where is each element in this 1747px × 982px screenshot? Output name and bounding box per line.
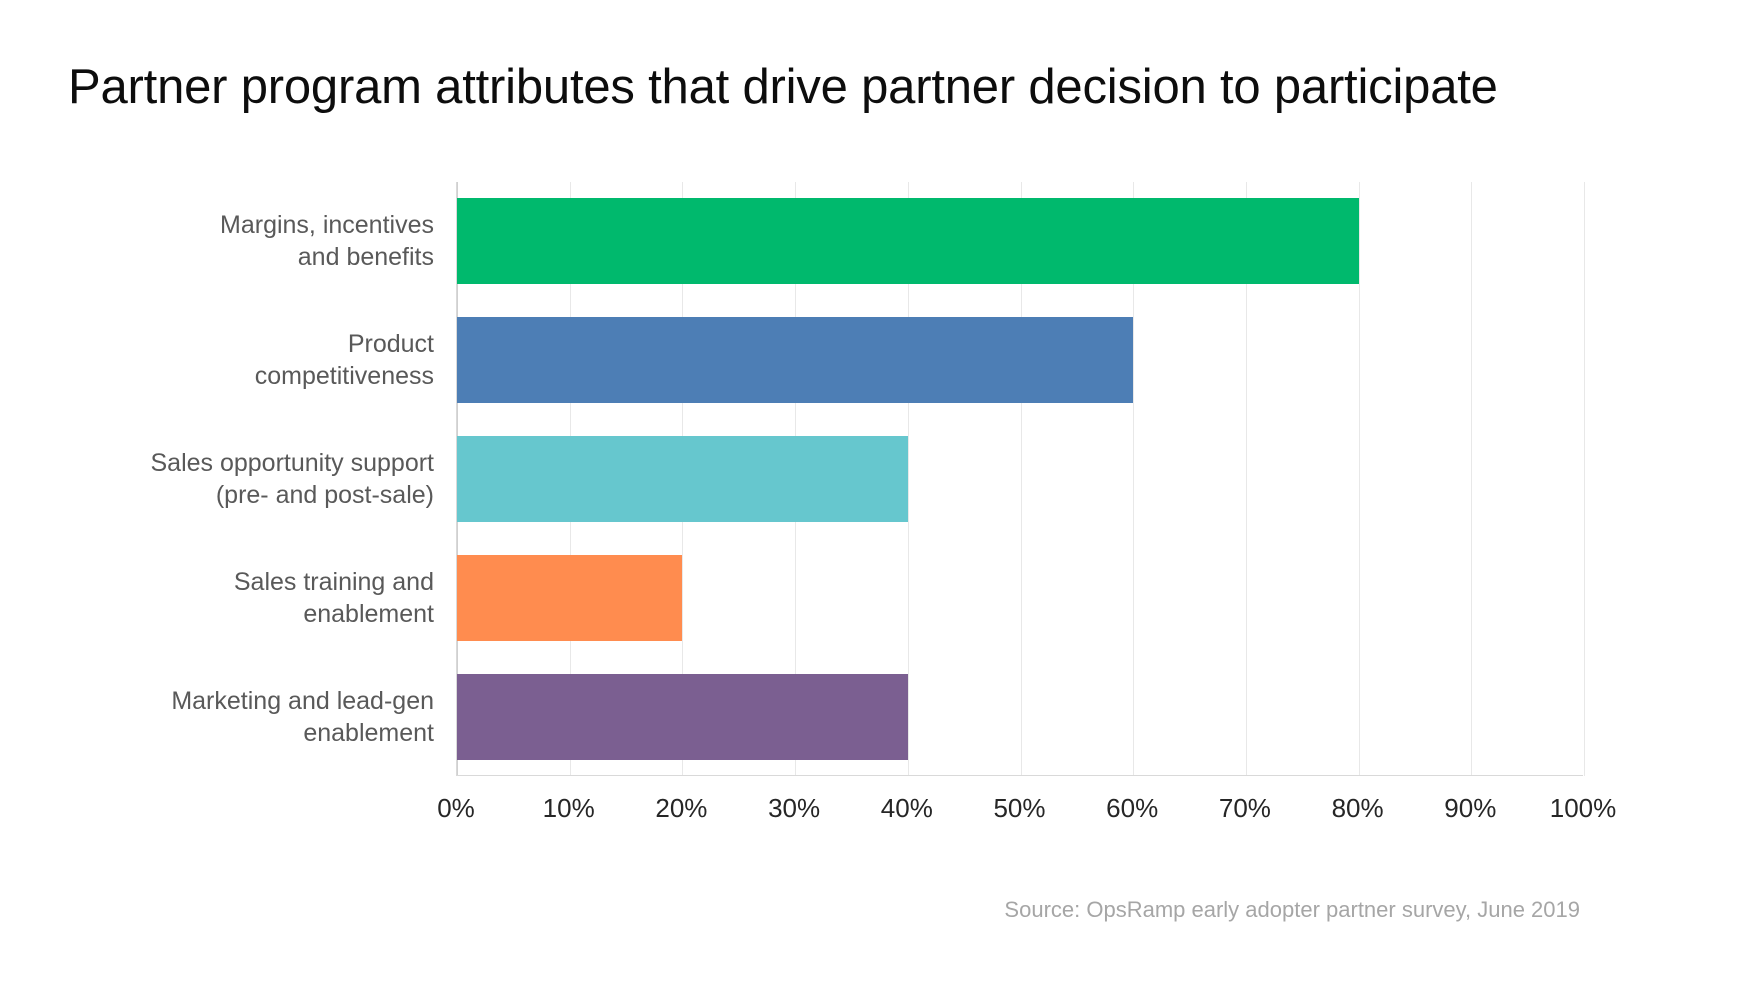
x-tick-label: 80%: [1331, 793, 1384, 823]
bar-row: [457, 420, 1583, 539]
bar[interactable]: [457, 554, 683, 641]
x-tick-label: 100%: [1549, 793, 1617, 823]
bar[interactable]: [457, 435, 908, 522]
category-label-line: Margins, incentives: [220, 211, 434, 240]
plot-area-wrapper: [456, 182, 1585, 776]
bar[interactable]: [457, 673, 908, 760]
bar-row: [457, 657, 1583, 776]
category-label: Product competitiveness: [36, 328, 456, 392]
plot-area: [456, 182, 1585, 776]
x-tick-label: 60%: [1106, 793, 1159, 823]
gridline-100: [1584, 182, 1585, 776]
x-tick-label: 30%: [768, 793, 821, 823]
chart-title: Partner program attributes that drive pa…: [68, 60, 1498, 114]
x-tick-label: 90%: [1444, 793, 1497, 823]
x-axis-line: [457, 775, 1583, 776]
category-label: Marketing and lead-gen enablement: [36, 685, 456, 749]
x-tick-label: 50%: [993, 793, 1046, 823]
bar[interactable]: [457, 198, 1359, 285]
category-label-line: Product: [347, 330, 434, 359]
category-label-line: Sales training and: [233, 567, 434, 596]
category-label: Sales opportunity support (pre- and post-…: [36, 447, 456, 511]
bar-row: [457, 301, 1583, 420]
x-tick-label: 0%: [437, 793, 475, 823]
bar-row: [457, 538, 1583, 657]
x-tick-label: 40%: [880, 793, 933, 823]
x-tick-label: 70%: [1218, 793, 1271, 823]
category-label: Sales training and enablement: [36, 566, 456, 630]
x-tick-label: 10%: [542, 793, 595, 823]
category-label: Margins, incentives and benefits: [36, 209, 456, 273]
chart-slide: Partner program attributes that drive pa…: [0, 0, 1747, 982]
category-label-line: Marketing and lead-gen: [171, 686, 434, 715]
x-tick-label: 20%: [655, 793, 708, 823]
x-axis-tick-labels: 0% 10% 20% 30% 40% 50% 60% 70% 80% 90% 100%: [437, 788, 1616, 832]
category-label-line: competitiveness: [254, 362, 434, 391]
category-axis-labels: Margins, incentives and benefits Product co…: [36, 182, 456, 776]
category-label-line: enablement: [303, 599, 434, 628]
bar-row: [457, 182, 1583, 301]
category-label-line: Sales opportunity support: [150, 449, 434, 477]
source-note: Source: OpsRamp early adopter partner su…: [1004, 897, 1580, 922]
category-label-line: enablement: [303, 718, 434, 747]
category-label-line: and benefits: [297, 243, 434, 272]
bar[interactable]: [457, 317, 1134, 404]
category-label-line: (pre- and post-sale): [215, 481, 434, 509]
